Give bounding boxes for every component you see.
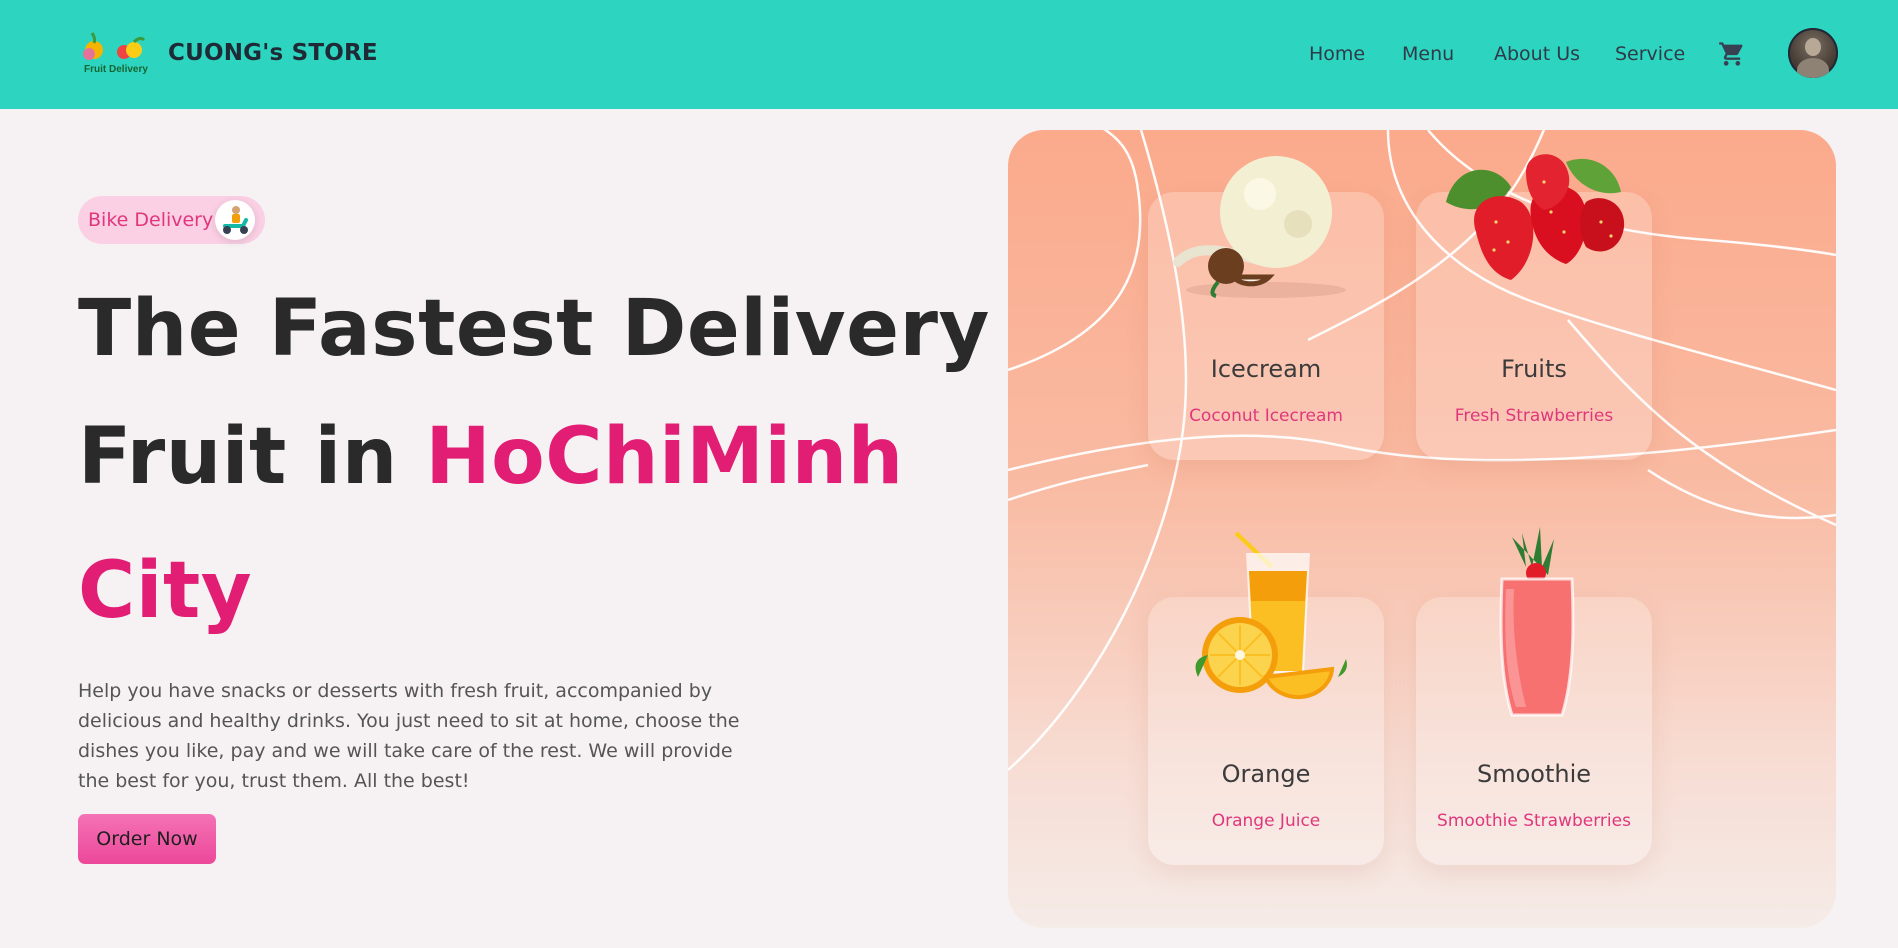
user-avatar[interactable] — [1788, 28, 1838, 78]
product-card-icecream[interactable]: Icecream Coconut Icecream — [1148, 156, 1384, 460]
card-title: Icecream — [1210, 355, 1322, 383]
nav-menu[interactable]: Menu — [1402, 43, 1454, 65]
card-subtitle: Orange Juice — [1211, 811, 1321, 831]
orange-juice-icon — [1148, 527, 1384, 707]
order-now-button[interactable]: Order Now — [78, 814, 216, 864]
brand-name[interactable]: CUONG's STORE — [168, 40, 378, 66]
scooter-icon — [215, 200, 255, 240]
icecream-icon — [1148, 132, 1384, 302]
card-title: Smoothie — [1476, 760, 1592, 788]
hero-headline-line-2: Fruit in HoChiMinh — [78, 418, 904, 496]
featured-products-panel: Icecream Coconut Icecream Fruits Fresh S… — [1008, 130, 1836, 928]
cart-icon[interactable] — [1718, 40, 1746, 68]
store-logo[interactable]: Fruit Delivery — [78, 30, 154, 76]
nav-about-us[interactable]: About Us — [1494, 43, 1580, 65]
product-card-orange[interactable]: Orange Orange Juice — [1148, 531, 1384, 865]
strawberry-icon — [1416, 132, 1652, 302]
smoothie-icon — [1416, 527, 1652, 717]
nav-home[interactable]: Home — [1309, 43, 1365, 65]
card-title: Orange — [1221, 760, 1311, 788]
logo-text: Fruit Delivery — [84, 64, 148, 75]
product-card-fruits[interactable]: Fruits Fresh Strawberries — [1416, 154, 1652, 460]
headline-text: Fruit in — [78, 412, 426, 502]
card-title: Fruits — [1501, 355, 1567, 383]
hero-headline-line-1: The Fastest Delivery — [78, 284, 990, 374]
top-navbar: Fruit Delivery CUONG's STORE Home Menu A… — [0, 0, 1898, 109]
card-subtitle: Coconut Icecream — [1189, 406, 1343, 426]
bike-delivery-badge: Bike Delivery — [78, 196, 265, 244]
hero-headline-line-3: City — [78, 546, 253, 636]
product-card-smoothie[interactable]: Smoothie Smoothie Strawberries — [1416, 527, 1652, 865]
nav-service[interactable]: Service — [1615, 43, 1685, 65]
card-subtitle: Smoothie Strawberries — [1437, 811, 1631, 831]
headline-city-highlight: HoChiMinh — [425, 412, 904, 502]
hero-description: Help you have snacks or desserts with fr… — [78, 680, 740, 792]
card-subtitle: Fresh Strawberries — [1454, 406, 1614, 426]
badge-label: Bike Delivery — [88, 209, 214, 231]
